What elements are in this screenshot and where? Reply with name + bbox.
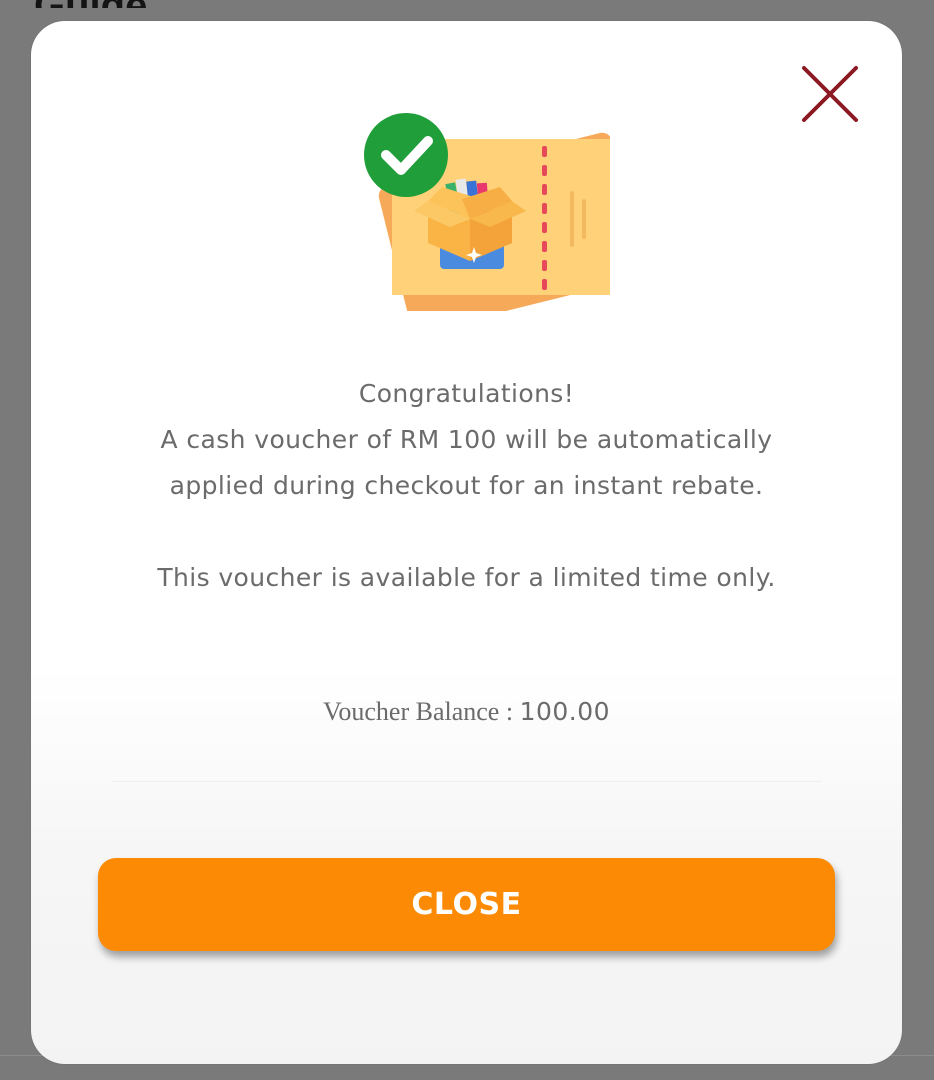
- voucher-modal: Congratulations! A cash voucher of RM 10…: [31, 21, 902, 1064]
- voucher-message-line: applied during checkout for an instant r…: [169, 471, 764, 500]
- divider: [111, 781, 822, 782]
- voucher-message-line: A cash voucher of RM 100 will be automat…: [160, 425, 773, 454]
- page-title: Guide: [34, 0, 147, 8]
- close-x-icon[interactable]: [800, 64, 860, 124]
- close-button[interactable]: CLOSE: [98, 858, 835, 951]
- voucher-illustration-icon: [364, 113, 610, 311]
- limited-time-notice: This voucher is available for a limited …: [157, 563, 776, 592]
- voucher-balance-label: Voucher Balance :: [322, 697, 520, 726]
- voucher-balance-value: 100.00: [519, 697, 611, 726]
- congratulations-heading: Congratulations!: [358, 379, 575, 408]
- voucher-balance: Voucher Balance : 100.00: [31, 697, 902, 727]
